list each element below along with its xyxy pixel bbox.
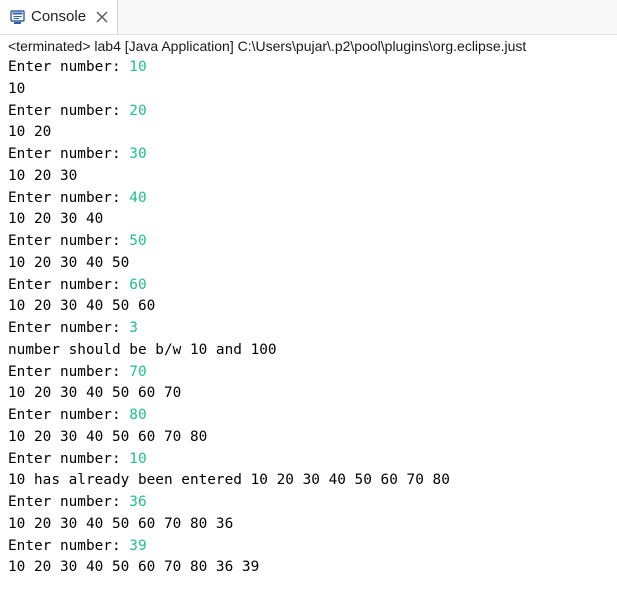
console-line-text: Enter number: bbox=[8, 102, 130, 119]
console-line-text: 10 20 30 40 50 bbox=[8, 254, 130, 271]
console-line-text: 10 has already been entered 10 20 30 40 … bbox=[8, 472, 450, 489]
console-line: 10 20 30 bbox=[8, 166, 613, 188]
console-line: Enter number: 60 bbox=[8, 275, 613, 297]
console-line: Enter number: 80 bbox=[8, 405, 613, 427]
console-output[interactable]: Enter number: 10 10 Enter number: 20 10 20 E… bbox=[8, 57, 613, 579]
console-line: Enter number: 39 bbox=[8, 536, 613, 558]
console-user-input: 39 bbox=[129, 537, 147, 554]
console-line: Enter number: 30 bbox=[8, 144, 613, 166]
console-line-text: Enter number: bbox=[8, 233, 130, 249]
console-line: number should be b/w 10 and 100 bbox=[8, 340, 613, 362]
console-line: 10 20 30 40 50 60 bbox=[8, 296, 613, 318]
console-line: Enter number: 20 bbox=[8, 101, 613, 123]
console-line: 10 20 30 40 50 60 70 bbox=[8, 383, 613, 405]
console-line-text: 10 20 30 40 50 60 70 80 36 bbox=[8, 515, 234, 532]
console-line-text: number should be b/w 10 and 100 bbox=[8, 341, 277, 358]
tab-console-label: Console bbox=[31, 8, 87, 25]
console-line-text: 10 bbox=[8, 80, 26, 97]
console-line-text: Enter number: bbox=[8, 320, 130, 336]
console-user-input: 50 bbox=[129, 233, 147, 249]
console-user-input: 3 bbox=[129, 320, 138, 336]
console-line: 10 20 30 40 50 bbox=[8, 253, 613, 275]
console-line: Enter number: 36 bbox=[8, 492, 613, 514]
console-line-text: 10 20 30 40 50 60 bbox=[8, 298, 156, 315]
console-line-text: Enter number: bbox=[8, 407, 130, 423]
console-line: Enter number: 3 bbox=[8, 318, 613, 340]
console-line-text: 10 20 30 40 bbox=[8, 211, 104, 228]
console-line-text: 10 20 30 40 50 60 70 bbox=[8, 385, 182, 402]
console-user-input: 36 bbox=[129, 494, 147, 510]
tab-console[interactable]: Console bbox=[0, 0, 118, 34]
console-line-text: 10 20 30 40 50 60 70 80 bbox=[8, 428, 208, 445]
console-user-input: 60 bbox=[129, 276, 147, 293]
close-icon[interactable] bbox=[94, 9, 110, 25]
console-user-input: 10 bbox=[129, 450, 147, 467]
console-line-text: 10 20 30 40 50 60 70 80 36 39 bbox=[8, 559, 260, 576]
console-line: 10 20 30 40 50 60 70 80 36 bbox=[8, 514, 613, 536]
console-line-text: Enter number: bbox=[8, 363, 130, 380]
console-icon bbox=[10, 10, 25, 25]
console-line-text: Enter number: bbox=[8, 494, 130, 510]
console-view: Console <terminated> lab4 [Java Applicat… bbox=[0, 0, 617, 592]
console-user-input: 40 bbox=[129, 189, 147, 206]
console-line: Enter number: 70 bbox=[8, 362, 613, 384]
console-line-text: Enter number: bbox=[8, 537, 130, 554]
console-line-text: Enter number: bbox=[8, 59, 130, 75]
console-user-input: 20 bbox=[129, 102, 147, 119]
console-line: 10 20 30 40 50 60 70 80 bbox=[8, 427, 613, 449]
console-user-input: 30 bbox=[129, 146, 147, 162]
console-line: Enter number: 50 bbox=[8, 231, 613, 253]
console-line: Enter number: 40 bbox=[8, 188, 613, 210]
console-line-text: Enter number: bbox=[8, 189, 130, 206]
console-line: 10 has already been entered 10 20 30 40 … bbox=[8, 470, 613, 492]
console-line: Enter number: 10 bbox=[8, 57, 613, 79]
console-line: Enter number: 10 bbox=[8, 449, 613, 471]
console-line: 10 20 bbox=[8, 122, 613, 144]
view-tab-bar: Console bbox=[0, 0, 617, 35]
console-line-text: 10 20 bbox=[8, 124, 52, 141]
console-line: 10 20 30 40 bbox=[8, 209, 613, 231]
console-line-text: 10 20 30 bbox=[8, 167, 78, 184]
console-user-input: 10 bbox=[129, 59, 147, 75]
console-line: 10 bbox=[8, 79, 613, 101]
console-line-text: Enter number: bbox=[8, 276, 130, 293]
console-line-text: Enter number: bbox=[8, 146, 130, 162]
console-line-text: Enter number: bbox=[8, 450, 130, 467]
console-line: 10 20 30 40 50 60 70 80 36 39 bbox=[8, 557, 613, 579]
process-status: <terminated> lab4 [Java Application] C:\… bbox=[8, 38, 527, 54]
console-user-input: 70 bbox=[129, 363, 147, 380]
console-user-input: 80 bbox=[129, 407, 147, 423]
